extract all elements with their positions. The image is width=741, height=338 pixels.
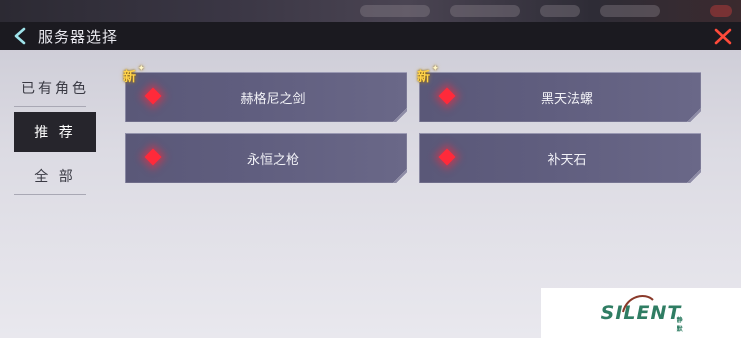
tab-label: 已有角色 xyxy=(21,81,89,97)
tab-recommended[interactable]: 推 荐 xyxy=(14,112,96,152)
close-icon xyxy=(714,28,732,45)
server-card-sky-mending-stone[interactable]: 补天石 xyxy=(419,133,701,183)
page-title: 服务器选择 xyxy=(38,27,119,46)
background-blur xyxy=(600,5,660,17)
new-badge: 新 ✦ xyxy=(417,64,439,85)
title-bar: 服务器选择 xyxy=(0,22,741,50)
server-name: 补天石 xyxy=(547,152,587,168)
background-game-strip xyxy=(0,0,741,22)
server-card-black-conch[interactable]: 黑天法螺 新 ✦ xyxy=(417,64,701,122)
chevron-left-icon xyxy=(14,27,26,45)
watermark-logo: SILENT 静默 xyxy=(541,288,741,338)
server-name: 赫格尼之剑 xyxy=(240,91,306,107)
watermark-sub: 静默 xyxy=(676,317,684,333)
background-blur xyxy=(450,5,520,17)
tab-existing-characters[interactable]: 已有角色 xyxy=(14,68,96,108)
sparkle-icon: ✦ xyxy=(431,64,440,74)
server-card-eternal-spear[interactable]: 永恒之枪 xyxy=(125,133,407,183)
new-badge-label: 新 xyxy=(417,70,431,85)
divider xyxy=(14,194,86,195)
close-button[interactable] xyxy=(713,26,733,46)
server-card-hegeni-sword[interactable]: 赫格尼之剑 新 ✦ xyxy=(123,64,407,122)
swoosh-icon xyxy=(621,295,654,313)
back-button[interactable] xyxy=(0,22,40,50)
tab-label: 全 部 xyxy=(34,169,76,185)
background-blur xyxy=(360,5,430,17)
new-badge-label: 新 xyxy=(123,70,137,85)
new-badge: 新 ✦ xyxy=(123,64,145,85)
background-blur xyxy=(710,5,732,17)
sparkle-icon: ✦ xyxy=(137,64,146,74)
server-name: 永恒之枪 xyxy=(246,152,299,168)
watermark-text: SILENT 静默 xyxy=(601,295,683,333)
server-name: 黑天法螺 xyxy=(540,91,593,107)
divider xyxy=(14,106,86,107)
tab-all[interactable]: 全 部 xyxy=(14,156,96,196)
category-sidebar: 已有角色 推 荐 全 部 xyxy=(14,68,96,196)
tab-label: 推 荐 xyxy=(34,125,76,141)
background-blur xyxy=(540,5,580,17)
